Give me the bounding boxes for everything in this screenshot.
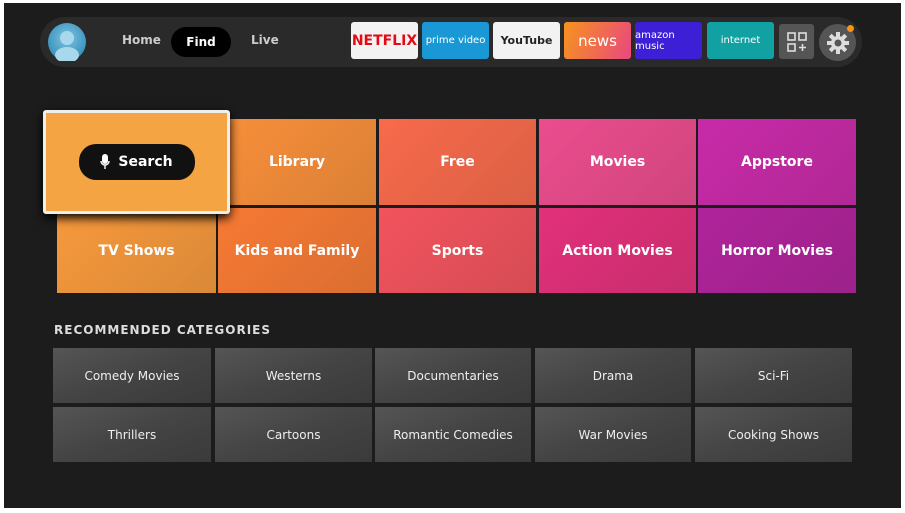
nav-home[interactable]: Home [122, 33, 161, 47]
category-documentaries[interactable]: Documentaries [375, 348, 531, 403]
category-westerns[interactable]: Westerns [215, 348, 372, 403]
notification-dot [847, 25, 854, 32]
category-war-movies[interactable]: War Movies [535, 407, 691, 462]
gear-icon [826, 31, 849, 54]
app-tile-1[interactable]: prime video [422, 22, 489, 59]
nav-live[interactable]: Live [251, 33, 279, 47]
tile-tv-shows[interactable]: TV Shows [57, 208, 216, 293]
app-tile-2[interactable]: YouTube [493, 22, 560, 59]
tile-horror-movies[interactable]: Horror Movies [698, 208, 856, 293]
recommended-title: RECOMMENDED CATEGORIES [54, 323, 272, 337]
tile-free[interactable]: Free [379, 119, 536, 205]
tile-search[interactable]: Search [43, 110, 230, 214]
app-tile-4[interactable]: amazon music [635, 22, 702, 59]
search-label: Search [118, 154, 173, 170]
tile-sports[interactable]: Sports [379, 208, 536, 293]
category-drama[interactable]: Drama [535, 348, 691, 403]
search-button[interactable]: Search [78, 144, 195, 180]
tile-kids-and-family[interactable]: Kids and Family [218, 208, 376, 293]
category-cartoons[interactable]: Cartoons [215, 407, 372, 462]
app-tile-3[interactable]: news [564, 22, 631, 59]
tile-action-movies[interactable]: Action Movies [539, 208, 696, 293]
tile-movies[interactable]: Movies [539, 119, 696, 205]
microphone-icon [100, 154, 111, 169]
avatar[interactable] [48, 23, 86, 63]
category-sci-fi[interactable]: Sci-Fi [695, 348, 852, 403]
category-cooking-shows[interactable]: Cooking Shows [695, 407, 852, 462]
tile-appstore[interactable]: Appstore [698, 119, 856, 205]
app-tile-5[interactable]: internet [707, 22, 774, 59]
category-romantic-comedies[interactable]: Romantic Comedies [375, 407, 531, 462]
apps-grid-plus-icon [786, 31, 807, 52]
nav-find[interactable]: Find [171, 27, 231, 57]
category-comedy-movies[interactable]: Comedy Movies [53, 348, 211, 403]
category-thrillers[interactable]: Thrillers [53, 407, 211, 462]
tile-library[interactable]: Library [218, 119, 376, 205]
apps-button[interactable] [779, 24, 814, 59]
avatar-icon [55, 31, 79, 63]
app-tile-0[interactable]: NETFLIX [351, 22, 418, 59]
